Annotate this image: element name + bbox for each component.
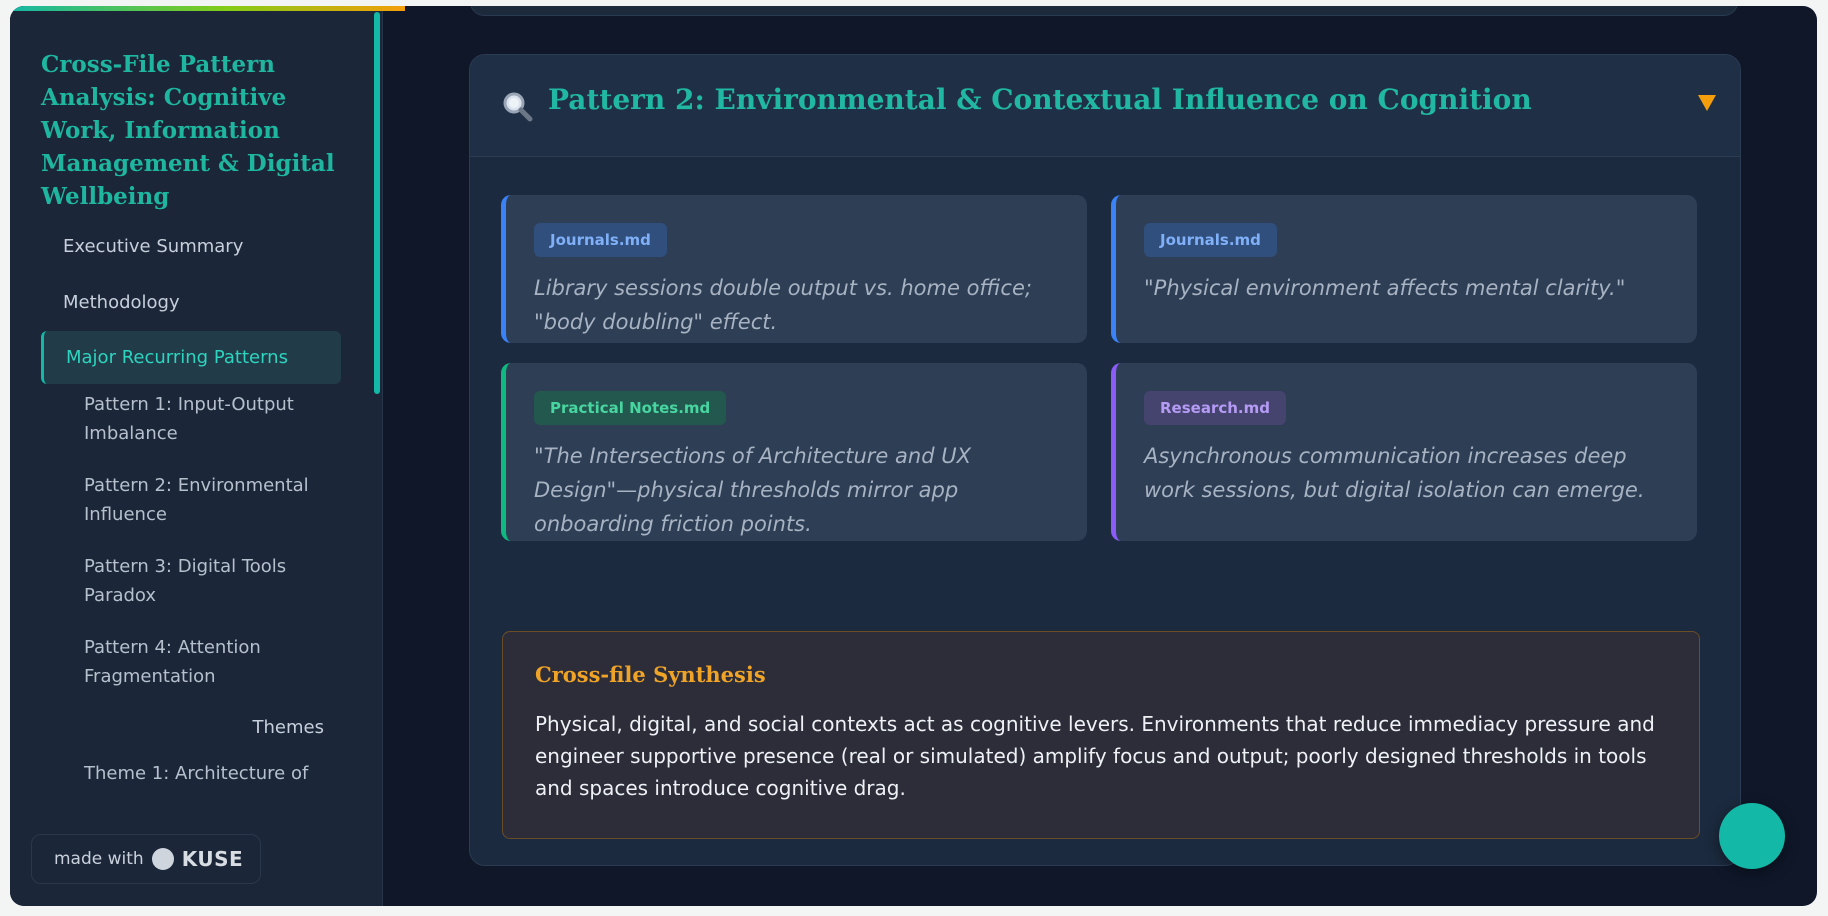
pattern-title: Pattern 2: Environmental & Contextual In… [548,83,1532,116]
evidence-quote: "The Intersections of Architecture and U… [534,444,971,536]
evidence-quote: "Physical environment affects mental cla… [1144,276,1626,300]
evidence-card: Journals.md Library sessions double outp… [501,195,1087,343]
kuse-logo-icon [151,848,174,870]
evidence-card: Practical Notes.md "The Intersections of… [501,363,1087,541]
search-icon [503,92,533,122]
nav-subitem-pattern-3[interactable]: Pattern 3: Digital Tools Paradox [62,552,332,610]
nav-item-themes[interactable]: Themes [41,713,341,742]
cross-file-synthesis: Cross-file Synthesis Physical, digital, … [502,631,1700,839]
evidence-card: Journals.md "Physical environment affect… [1111,195,1697,343]
floating-action-button[interactable] [1719,803,1785,869]
chevron-down-icon[interactable] [1698,95,1716,111]
evidence-card: Research.md Asynchronous communication i… [1111,363,1697,541]
sidebar-accent-bar [10,6,405,11]
nav-subitem-pattern-4[interactable]: Pattern 4: Attention Fragmentation [62,633,332,691]
nav-subitem-pattern-2[interactable]: Pattern 2: Environmental Influence [62,471,332,529]
made-with-kuse-badge[interactable]: made with KUSE [31,834,261,884]
source-badge: Journals.md [1144,223,1277,257]
synthesis-body: Physical, digital, and social contexts a… [535,712,1655,800]
kuse-brand-label: KUSE [181,847,244,871]
nav-item-major-recurring-patterns[interactable]: Major Recurring Patterns [41,331,341,384]
source-badge: Research.md [1144,391,1286,425]
sidebar-scrollbar[interactable] [374,12,380,394]
evidence-quote: Library sessions double output vs. home … [534,276,1032,334]
source-badge: Journals.md [534,223,667,257]
source-badge: Practical Notes.md [534,391,727,425]
nav-item-executive-summary[interactable]: Executive Summary [41,232,341,261]
sidebar: Cross-File Pattern Analysis: Cognitive W… [10,6,405,906]
made-with-label: made with [54,849,144,869]
sidebar-title: Cross-File Pattern Analysis: Cognitive W… [41,51,335,210]
pattern-header[interactable]: Pattern 2: Environmental & Contextual In… [470,55,1740,157]
nav-item-methodology[interactable]: Methodology [41,288,341,317]
nav-subitem-theme-1[interactable]: Theme 1: Architecture of [62,759,332,788]
previous-section-card [470,6,1738,16]
evidence-quote: Asynchronous communication increases dee… [1144,444,1645,502]
synthesis-title: Cross-file Synthesis [535,662,766,687]
nav-subitem-pattern-1[interactable]: Pattern 1: Input-Output Imbalance [62,390,332,448]
pattern-panel: Pattern 2: Environmental & Contextual In… [469,54,1741,866]
app-window: Cross-File Pattern Analysis: Cognitive W… [10,6,1817,906]
